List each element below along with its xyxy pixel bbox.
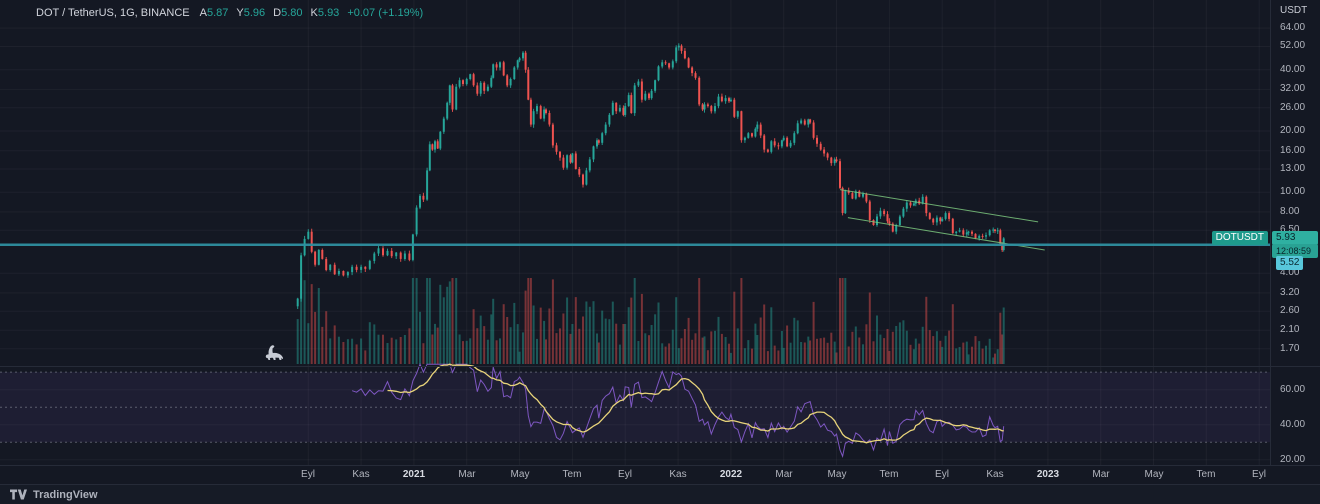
price-tick-label: 26.00 xyxy=(1280,102,1305,113)
rsi-tick-label: 20.00 xyxy=(1280,454,1305,465)
price-tick-label: 52.00 xyxy=(1280,40,1305,51)
ohlc-low: D5.80 xyxy=(273,7,302,19)
time-tick-label: 2021 xyxy=(403,469,425,480)
close-label: K xyxy=(311,7,318,19)
time-tick-label: Eyl xyxy=(618,469,632,480)
price-tick-label: 2.60 xyxy=(1280,305,1299,316)
price-tick-label: 3.20 xyxy=(1280,287,1299,298)
pane-divider[interactable] xyxy=(0,366,1320,367)
time-tick-label: May xyxy=(1145,469,1164,480)
time-tick-label: May xyxy=(511,469,530,480)
time-tick-label: Eyl xyxy=(935,469,949,480)
tradingview-chart-window: { "legend": { "title": "DOT / TetherUS, … xyxy=(0,0,1320,504)
price-tick-label: 40.00 xyxy=(1280,64,1305,75)
ohlc-values: A5.87 Y5.96 D5.80 K5.93 +0.07 (+1.19%) xyxy=(200,7,424,19)
time-tick-label: Eyl xyxy=(301,469,315,480)
rsi-tick-label: 60.00 xyxy=(1280,384,1305,395)
time-axis[interactable]: Eyl Kas 2021 Mar May Tem Eyl Kas 2022 Mar May Tem Ey… xyxy=(0,465,1320,484)
time-tick-label: Eyl xyxy=(1252,469,1266,480)
price-change: +0.07 (+1.19%) xyxy=(347,7,423,19)
high-value: 5.96 xyxy=(244,7,265,19)
low-label: D xyxy=(273,7,281,19)
high-label: Y xyxy=(236,7,243,19)
time-tick-label: Mar xyxy=(458,469,475,480)
chart-canvas[interactable] xyxy=(0,0,1270,465)
legend: DOT / TetherUS, 1G, BINANCE A5.87 Y5.96 … xyxy=(36,7,423,19)
time-tick-label: Kas xyxy=(986,469,1003,480)
time-tick-label: Kas xyxy=(352,469,369,480)
price-tick-label: 8.00 xyxy=(1280,206,1299,217)
price-tick-label: 10.00 xyxy=(1280,186,1305,197)
price-tick-label: 32.00 xyxy=(1280,83,1305,94)
time-tick-label: 2022 xyxy=(720,469,742,480)
time-tick-label: Mar xyxy=(775,469,792,480)
symbol-title[interactable]: DOT / TetherUS, 1G, BINANCE xyxy=(36,7,190,19)
tradingview-brand-link[interactable]: TradingView xyxy=(33,489,98,501)
ohlc-open: A5.87 xyxy=(200,7,229,19)
symbol-price-label[interactable]: DOTUSDT xyxy=(1212,231,1268,245)
open-value: 5.87 xyxy=(207,7,228,19)
price-tick-label: 16.00 xyxy=(1280,145,1305,156)
time-tick-label: Tem xyxy=(563,469,582,480)
ohlc-close: K5.93 xyxy=(311,7,340,19)
last-price-badge: 5.93 xyxy=(1272,231,1318,245)
price-tick-label: 64.00 xyxy=(1280,22,1305,33)
volume-bars xyxy=(297,278,1005,364)
low-value: 5.80 xyxy=(281,7,302,19)
time-tick-label: Mar xyxy=(1092,469,1109,480)
rsi-tick-label: 40.00 xyxy=(1280,419,1305,430)
ohlc-high: Y5.96 xyxy=(236,7,265,19)
time-tick-label: May xyxy=(828,469,847,480)
price-level-badge[interactable]: 5.52 xyxy=(1276,256,1303,270)
footer-bar: TradingView xyxy=(0,484,1320,504)
price-tick-label: 1.70 xyxy=(1280,343,1299,354)
time-tick-label: Tem xyxy=(1197,469,1216,480)
time-tick-label: Kas xyxy=(669,469,686,480)
dinosaur-icon[interactable] xyxy=(263,343,287,362)
axis-currency-label: USDT xyxy=(1280,5,1307,16)
open-label: A xyxy=(200,7,207,19)
tradingview-logo-icon[interactable] xyxy=(10,489,27,500)
time-tick-label: Tem xyxy=(880,469,899,480)
price-tick-label: 13.00 xyxy=(1280,163,1305,174)
candles xyxy=(297,43,1005,309)
price-tick-label: 20.00 xyxy=(1280,125,1305,136)
price-tick-label: 2.10 xyxy=(1280,324,1299,335)
time-tick-label: 2023 xyxy=(1037,469,1059,480)
close-value: 5.93 xyxy=(318,7,339,19)
